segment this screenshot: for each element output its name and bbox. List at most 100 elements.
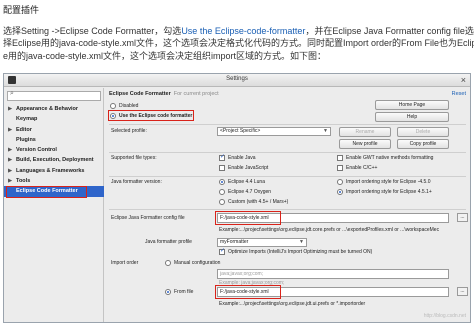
chevron-right-icon: ▶ — [8, 126, 13, 133]
chevron-down-icon: ▼ — [323, 128, 328, 134]
enable-javascript-checkbox[interactable] — [219, 165, 225, 171]
dialog-title: Settings — [226, 76, 248, 82]
sidebar-item-build[interactable]: ▶ Build, Execution, Deployment — [4, 155, 104, 165]
sidebar-item-label: Appearance & Behavior — [16, 106, 79, 112]
disabled-radio[interactable] — [110, 103, 116, 109]
home-page-button[interactable]: Home Page — [375, 100, 449, 110]
java-profile-label: Java formatter profile — [145, 239, 192, 245]
luna-radio[interactable] — [219, 179, 225, 185]
import-style-45-label: Import ordering style for Eclipse -4.5.0 — [346, 179, 431, 185]
copy-profile-button[interactable]: Copy profile — [397, 139, 449, 149]
manual-config-radio[interactable] — [165, 260, 171, 266]
sidebar-item-label: Build, Execution, Deployment — [16, 157, 94, 164]
close-icon[interactable]: × — [461, 74, 466, 86]
oxygen-label: Eclipse 4.7 Oxygen — [228, 189, 272, 195]
sidebar-item-plugins[interactable]: Plugins — [4, 135, 104, 145]
sidebar-item-appearance[interactable]: ▶ Appearance & Behavior — [4, 104, 104, 114]
sidebar-item-label: Keymap — [16, 116, 38, 123]
settings-search-input[interactable]: ⌕ — [7, 90, 101, 101]
new-profile-button[interactable]: New profile — [339, 139, 391, 149]
article-text: 选择Setting ->Eclipse Code Formatter，勾选 — [3, 26, 182, 36]
supported-types-label: Supported file types: — [111, 155, 157, 161]
config-file-label: Eclipse Java Formatter config file — [111, 215, 185, 221]
enable-gwt-label: Enable GWT native methods formatting — [346, 155, 434, 161]
breadcrumb: Eclipse Code Formatter For current projec… — [109, 91, 219, 97]
divider — [109, 209, 466, 210]
java-profile-select[interactable]: myFormatter ▼ — [217, 238, 307, 247]
sidebar-item-languages[interactable]: ▶ Languages & Frameworks — [4, 166, 104, 176]
manual-order-input[interactable]: java;javax;org;com; — [217, 269, 449, 279]
java-version-label: Java formatter version: — [111, 179, 162, 185]
java-profile-value: myFormatter — [220, 239, 249, 245]
article-text: ，并在Eclipse Java Formatter config file选 — [305, 26, 474, 36]
enable-java-checkbox[interactable] — [219, 153, 225, 161]
article-paragraph-line-2: 择Eclipse用的java-code-style.xml文件，这个选项会决定格… — [3, 38, 474, 48]
divider — [109, 152, 466, 153]
highlight-box-sidebar — [6, 186, 87, 198]
divider — [109, 124, 466, 125]
divider — [109, 176, 466, 177]
custom-label: Custom (with 4.5+ / Mars+) — [228, 199, 289, 205]
import-style-45-radio[interactable] — [337, 179, 343, 185]
chevron-right-icon: ▶ — [8, 178, 13, 185]
highlight-box-use-eclipse — [108, 110, 194, 121]
selected-profile-value: <Project Specific> — [220, 128, 261, 134]
browse-import-order-button[interactable]: ... — [457, 287, 468, 296]
chevron-right-icon: ▶ — [8, 106, 13, 112]
chevron-right-icon: ▶ — [8, 147, 13, 154]
from-file-radio[interactable] — [165, 289, 171, 295]
disabled-label: Disabled — [119, 103, 139, 109]
sidebar-item-label: Languages & Frameworks — [16, 167, 85, 174]
highlight-box-config-file — [215, 211, 281, 225]
selected-profile-label: Selected profile: — [111, 128, 147, 134]
browse-config-button[interactable]: ... — [457, 213, 468, 222]
sidebar-item-editor[interactable]: ▶ Editor — [4, 125, 104, 135]
chevron-right-icon: ▶ — [8, 167, 13, 174]
enable-cpp-checkbox[interactable] — [337, 165, 343, 171]
sidebar-item-label: Tools — [16, 178, 31, 185]
chevron-right-icon: ▶ — [8, 157, 13, 164]
article-paragraph-line-1: 选择Setting ->Eclipse Code Formatter，勾选Use… — [3, 25, 474, 37]
import-style-451-radio[interactable] — [337, 189, 343, 195]
enable-java-label: Enable Java — [228, 155, 256, 161]
article-highlight: Use the Eclipse-code-formatter — [181, 26, 306, 36]
sidebar-item-keymap[interactable]: Keymap — [4, 114, 104, 124]
sidebar-list: ▶ Appearance & Behavior Keymap ▶ Editor Pl… — [4, 104, 104, 197]
optimize-imports-label: Optimize Imports (IntelliJ's Import Opti… — [228, 249, 373, 255]
article-paragraph-line-3: e用的java-code-style.xml文件，这个选项会决定组织import… — [3, 51, 327, 61]
help-button[interactable]: Help — [375, 112, 449, 122]
sidebar-item-label: Editor — [16, 126, 32, 133]
breadcrumb-scope: For current project — [173, 91, 219, 97]
import-order-label: Import order — [111, 260, 139, 266]
search-icon: ⌕ — [10, 90, 14, 97]
sidebar-item-tools[interactable]: ▶ Tools — [4, 176, 104, 186]
delete-button[interactable]: Delete — [397, 127, 449, 137]
config-file-example: Example:...\project\settings\org.eclipse… — [219, 227, 440, 233]
optimize-imports-checkbox[interactable] — [219, 247, 225, 255]
luna-label: Eclipse 4.4 Luna — [228, 179, 265, 185]
settings-sidebar: ⌕ ▶ Appearance & Behavior Keymap ▶ Editor … — [4, 88, 104, 322]
from-file-label: From file — [174, 289, 194, 295]
enable-gwt-checkbox[interactable] — [337, 155, 343, 161]
enable-javascript-label: Enable JavaScript — [228, 165, 269, 171]
watermark: http://blog.csdn.net — [423, 313, 466, 319]
custom-radio[interactable] — [219, 199, 225, 205]
import-style-451-label: Import ordering style for Eclipse 4.5.1+ — [346, 189, 432, 195]
sidebar-item-version-control[interactable]: ▶ Version Control — [4, 145, 104, 155]
oxygen-radio[interactable] — [219, 189, 225, 195]
dialog-titlebar: Settings × — [4, 74, 470, 87]
highlight-box-import-file — [215, 285, 281, 299]
sidebar-item-label: Version Control — [16, 147, 57, 154]
selected-profile-select[interactable]: <Project Specific> ▼ — [217, 127, 331, 136]
from-file-example: Example:...\project\settings\org.eclipse… — [219, 301, 366, 307]
sidebar-item-label: Plugins — [16, 136, 36, 143]
article-title: 配置插件 — [3, 5, 40, 15]
settings-content: Eclipse Code Formatter For current projec… — [105, 88, 470, 322]
chevron-down-icon: ▼ — [299, 239, 304, 245]
rename-button[interactable]: Rename — [339, 127, 391, 137]
settings-dialog: Settings × ⌕ ▶ Appearance & Behavior Keym… — [3, 73, 471, 323]
page-title: Eclipse Code Formatter — [109, 91, 171, 97]
reset-link[interactable]: Reset — [452, 91, 466, 97]
enable-cpp-label: Enable C/C++ — [346, 165, 378, 171]
manual-config-label: Manual configuration — [174, 260, 221, 266]
